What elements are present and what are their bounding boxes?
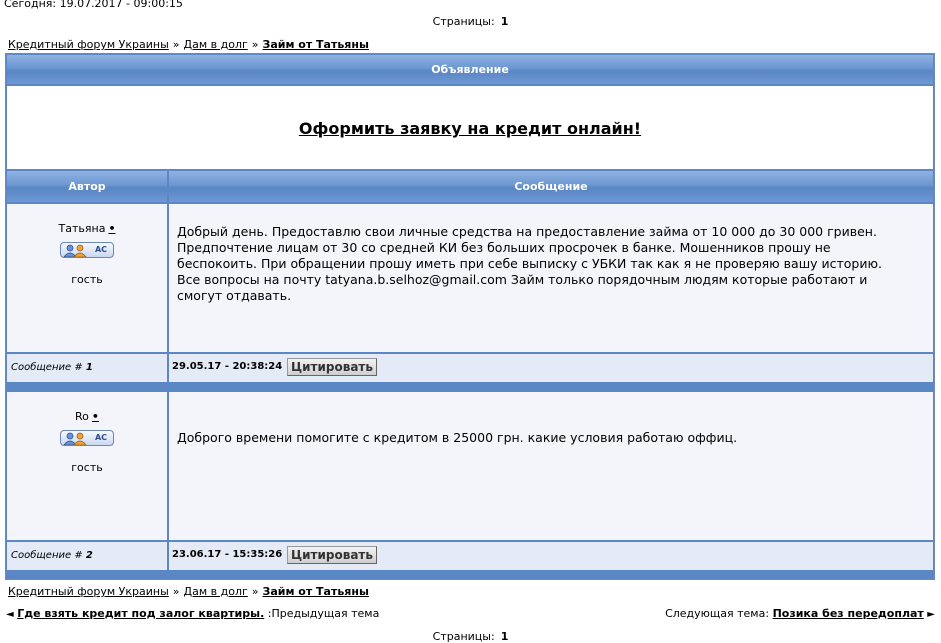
post-message-cell: Доброго времени помогите с кредитом в 25… [169, 392, 933, 540]
breadcrumb-separator: » [251, 38, 259, 51]
post-text: Добрый день. Предоставлю свои личные сре… [177, 224, 882, 303]
post-author-cell: Татьяна • AC гость [7, 204, 167, 352]
topic-table: Объявление Оформить заявку на кредит онл… [5, 53, 935, 580]
breadcrumb-separator: » [172, 38, 180, 51]
post-meta-cell: 29.05.17 - 20:38:24 Цитировать [169, 354, 933, 382]
post-number: Сообщение # 1 [11, 362, 93, 373]
post-number-value: 1 [85, 362, 93, 373]
arrow-right-icon: ► [927, 609, 935, 620]
breadcrumb-separator: » [172, 585, 180, 598]
user-group-badge-icon: AC [60, 242, 114, 258]
previous-topic-link[interactable]: Где взять кредит под залог квартиры. [17, 607, 264, 620]
post-author-cell: Ro • AC гость [7, 392, 167, 540]
breadcrumb-forum-link[interactable]: Кредитный форум Украины [8, 38, 169, 51]
post-message-cell: Добрый день. Предоставлю свои личные сре… [169, 204, 933, 352]
pagination-page-link[interactable]: 1 [501, 630, 509, 643]
user-group-badge-icon: AC [60, 430, 114, 446]
next-topic-label: Следующая тема: [665, 607, 770, 620]
post-number-label: Сообщение # [11, 362, 83, 373]
breadcrumb-topic-link[interactable]: Займ от Татьяны [263, 585, 369, 598]
pagination-bottom: Страницы: 1 [0, 630, 941, 643]
previous-topic-nav: ◄ Где взять кредит под залог квартиры. :… [6, 607, 379, 620]
post-number-cell: Сообщение # 2 [7, 542, 167, 570]
next-topic-link[interactable]: Позика без передоплат [773, 607, 924, 620]
post-number-label: Сообщение # [11, 550, 83, 561]
users-icon [63, 432, 87, 445]
announcement-body: Оформить заявку на кредит онлайн! [7, 86, 933, 169]
post-date: 23.06.17 - 15:35:26 [172, 549, 283, 560]
quote-button[interactable]: Цитировать [287, 358, 377, 376]
users-icon [63, 244, 87, 257]
breadcrumb-separator: » [251, 585, 259, 598]
announcement-link[interactable]: Оформить заявку на кредит онлайн! [299, 119, 641, 138]
user-group-badge-label: AC [94, 245, 107, 254]
breadcrumb-forum-link[interactable]: Кредитный форум Украины [8, 585, 169, 598]
pagination-page-link[interactable]: 1 [501, 15, 509, 28]
author-column-header: Автор [7, 171, 167, 202]
previous-topic-label: :Предыдущая тема [267, 607, 380, 620]
author-role: гость [71, 461, 103, 474]
breadcrumb-topic-link[interactable]: Займ от Татьяны [263, 38, 369, 51]
post-number-cell: Сообщение # 1 [7, 354, 167, 382]
pagination-label: Страницы: [432, 630, 495, 643]
today-datetime: Сегодня: 19.07.2017 - 09:00:15 [4, 0, 183, 10]
message-column-header: Сообщение [169, 171, 933, 202]
post-author: Ro • [7, 410, 167, 423]
user-group-badge-label: AC [94, 433, 107, 442]
next-topic-nav: Следующая тема: Позика без передоплат ► [665, 607, 935, 620]
online-status-icon: • [108, 222, 116, 235]
post-author: Татьяна • [7, 222, 167, 235]
online-status-icon: • [91, 410, 99, 423]
post-number: Сообщение # 2 [11, 550, 93, 561]
author-name: Ro [75, 410, 89, 423]
breadcrumb-section-link[interactable]: Дам в долг [184, 585, 248, 598]
quote-button[interactable]: Цитировать [287, 546, 377, 564]
pagination-label: Страницы: [432, 15, 495, 28]
author-role: гость [71, 273, 103, 286]
breadcrumb-bottom: Кредитный форум Украины» Дам в долг» Займ … [8, 585, 369, 598]
post-date: 29.05.17 - 20:38:24 [172, 361, 283, 372]
post-text: Доброго времени помогите с кредитом в 25… [177, 430, 738, 445]
breadcrumb-section-link[interactable]: Дам в долг [184, 38, 248, 51]
breadcrumb: Кредитный форум Украины» Дам в долг» Займ … [8, 38, 369, 51]
post-meta-cell: 23.06.17 - 15:35:26 Цитировать [169, 542, 933, 570]
announcement-header: Объявление [7, 55, 933, 84]
author-name: Татьяна [58, 222, 106, 235]
arrow-left-icon: ◄ [6, 609, 14, 620]
post-number-value: 2 [85, 550, 93, 561]
pagination-top: Страницы: 1 [0, 15, 941, 28]
